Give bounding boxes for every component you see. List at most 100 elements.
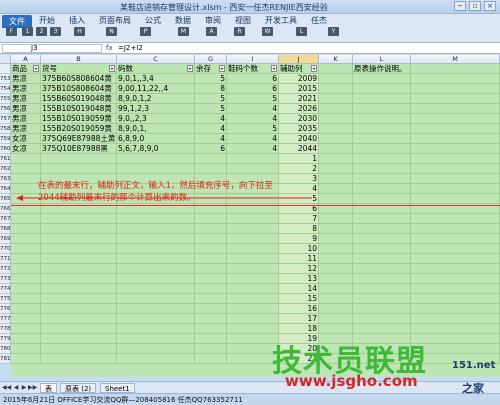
cell-g[interactable] — [195, 274, 227, 284]
cell-l[interactable] — [353, 224, 411, 234]
cell-i[interactable]: 5 — [227, 124, 279, 134]
cell-g[interactable] — [195, 334, 227, 344]
cell-a[interactable]: 男凉 — [11, 84, 41, 94]
cell-b[interactable] — [41, 264, 117, 274]
cell-m[interactable] — [411, 254, 500, 264]
cell-l[interactable] — [353, 74, 411, 84]
cell-a[interactable] — [11, 164, 41, 174]
cell-b[interactable]: 155B10S019048黄 — [41, 104, 117, 114]
cell-c[interactable]: 8,9,0,1,2 — [117, 94, 195, 104]
cell-g[interactable]: 5 — [195, 94, 227, 104]
column-header-g[interactable]: G — [195, 55, 227, 64]
cell-l[interactable] — [353, 254, 411, 264]
row-header[interactable]: 772 — [0, 264, 11, 274]
cell-c[interactable]: 6,8,9,0 — [117, 134, 195, 144]
cell-c[interactable] — [117, 334, 195, 344]
filter-dropdown-icon[interactable]: ▾ — [109, 65, 115, 72]
cell-m[interactable] — [411, 314, 500, 324]
cell-c[interactable]: 5,6,7,8,9,0 — [117, 144, 195, 154]
cell-m[interactable] — [411, 234, 500, 244]
cell-i[interactable] — [227, 154, 279, 164]
cell-l[interactable] — [353, 184, 411, 194]
cell-k[interactable] — [319, 314, 353, 324]
cell-b[interactable]: 155B20S019059黄 — [41, 124, 117, 134]
cell-b[interactable]: 375B60S808604黄 — [41, 74, 117, 84]
tab-formulas[interactable]: 公式 — [138, 14, 168, 28]
cell-g[interactable]: 4 — [195, 134, 227, 144]
cell-a[interactable]: 女凉 — [11, 134, 41, 144]
cell-i[interactable]: 4 — [227, 134, 279, 144]
column-header-a[interactable]: A — [11, 55, 41, 64]
cell-k[interactable] — [319, 294, 353, 304]
cell-l[interactable] — [353, 244, 411, 254]
row-header[interactable]: 756 — [0, 104, 11, 114]
cell-i[interactable]: 6 — [227, 74, 279, 84]
cell-a[interactable] — [11, 154, 41, 164]
row-header[interactable]: 753 — [0, 74, 11, 84]
cell-j[interactable]: 14 — [279, 284, 319, 294]
cell-m[interactable] — [411, 184, 500, 194]
header-cell-a[interactable]: 商品 ▾ — [11, 64, 41, 74]
cell-k[interactable] — [319, 194, 353, 204]
cell-m[interactable] — [411, 94, 500, 104]
cell-a[interactable] — [11, 254, 41, 264]
cell-g[interactable]: 6 — [195, 144, 227, 154]
cell-l[interactable] — [353, 284, 411, 294]
row-header[interactable]: 766 — [0, 204, 11, 214]
cell-l[interactable] — [353, 114, 411, 124]
cell-i[interactable]: 4 — [227, 114, 279, 124]
cell-g[interactable] — [195, 214, 227, 224]
cell-m[interactable] — [411, 74, 500, 84]
cell-l[interactable] — [353, 194, 411, 204]
cell-c[interactable] — [117, 354, 195, 364]
column-header-k[interactable]: K — [319, 55, 353, 64]
row-header[interactable]: 760 — [0, 144, 11, 154]
row-header[interactable]: 761 — [0, 154, 11, 164]
cell-l[interactable] — [353, 104, 411, 114]
cell-b[interactable] — [41, 224, 117, 234]
row-header[interactable]: 755 — [0, 94, 11, 104]
cell-c[interactable] — [117, 234, 195, 244]
cell-m[interactable] — [411, 104, 500, 114]
cell-c[interactable] — [117, 294, 195, 304]
cell-l[interactable] — [353, 294, 411, 304]
filter-dropdown-icon[interactable]: ▾ — [219, 65, 225, 72]
cell-m[interactable] — [411, 214, 500, 224]
header-cell-c[interactable]: 码数 ▾ — [117, 64, 195, 74]
cell-c[interactable] — [117, 324, 195, 334]
tab-view[interactable]: 视图 — [228, 14, 258, 28]
formula-input[interactable]: =J2+I2 — [118, 44, 143, 52]
cell-i[interactable] — [227, 224, 279, 234]
prev-sheet-icon[interactable]: ◀ — [12, 383, 20, 393]
cell-g[interactable] — [195, 314, 227, 324]
cell-b[interactable] — [41, 274, 117, 284]
cell-k[interactable] — [319, 74, 353, 84]
column-header-j[interactable]: J — [279, 55, 319, 64]
cell-b[interactable] — [41, 304, 117, 314]
cell-b[interactable] — [41, 334, 117, 344]
filter-dropdown-icon[interactable]: ▾ — [187, 65, 193, 72]
cell-b[interactable]: 155B10S019059黄 — [41, 114, 117, 124]
cell-c[interactable]: 8,9,0,1, — [117, 124, 195, 134]
tab-review[interactable]: 审阅 — [198, 14, 228, 28]
cell-a[interactable]: 男凉 — [11, 114, 41, 124]
row-header[interactable]: 773 — [0, 274, 11, 284]
cell-l[interactable] — [353, 84, 411, 94]
cell-g[interactable]: 5 — [195, 74, 227, 84]
cell-c[interactable]: 99,1,2,3 — [117, 104, 195, 114]
cell-g[interactable] — [195, 294, 227, 304]
sheet-tab-sheet1[interactable]: Sheet1 — [100, 383, 135, 393]
row-header[interactable]: 781 — [0, 354, 11, 364]
cell-c[interactable] — [117, 254, 195, 264]
filter-dropdown-icon[interactable]: ▾ — [271, 65, 277, 72]
cell-m[interactable] — [411, 164, 500, 174]
tab-renjie[interactable]: 任杰 — [304, 14, 334, 28]
tab-file[interactable]: 文件 — [2, 14, 32, 28]
cell-m[interactable] — [411, 194, 500, 204]
row-header[interactable] — [0, 64, 11, 74]
row-header[interactable]: 763 — [0, 174, 11, 184]
row-header[interactable]: 758 — [0, 124, 11, 134]
cell-i[interactable] — [227, 274, 279, 284]
cell-a[interactable] — [11, 264, 41, 274]
cell-m[interactable] — [411, 144, 500, 154]
